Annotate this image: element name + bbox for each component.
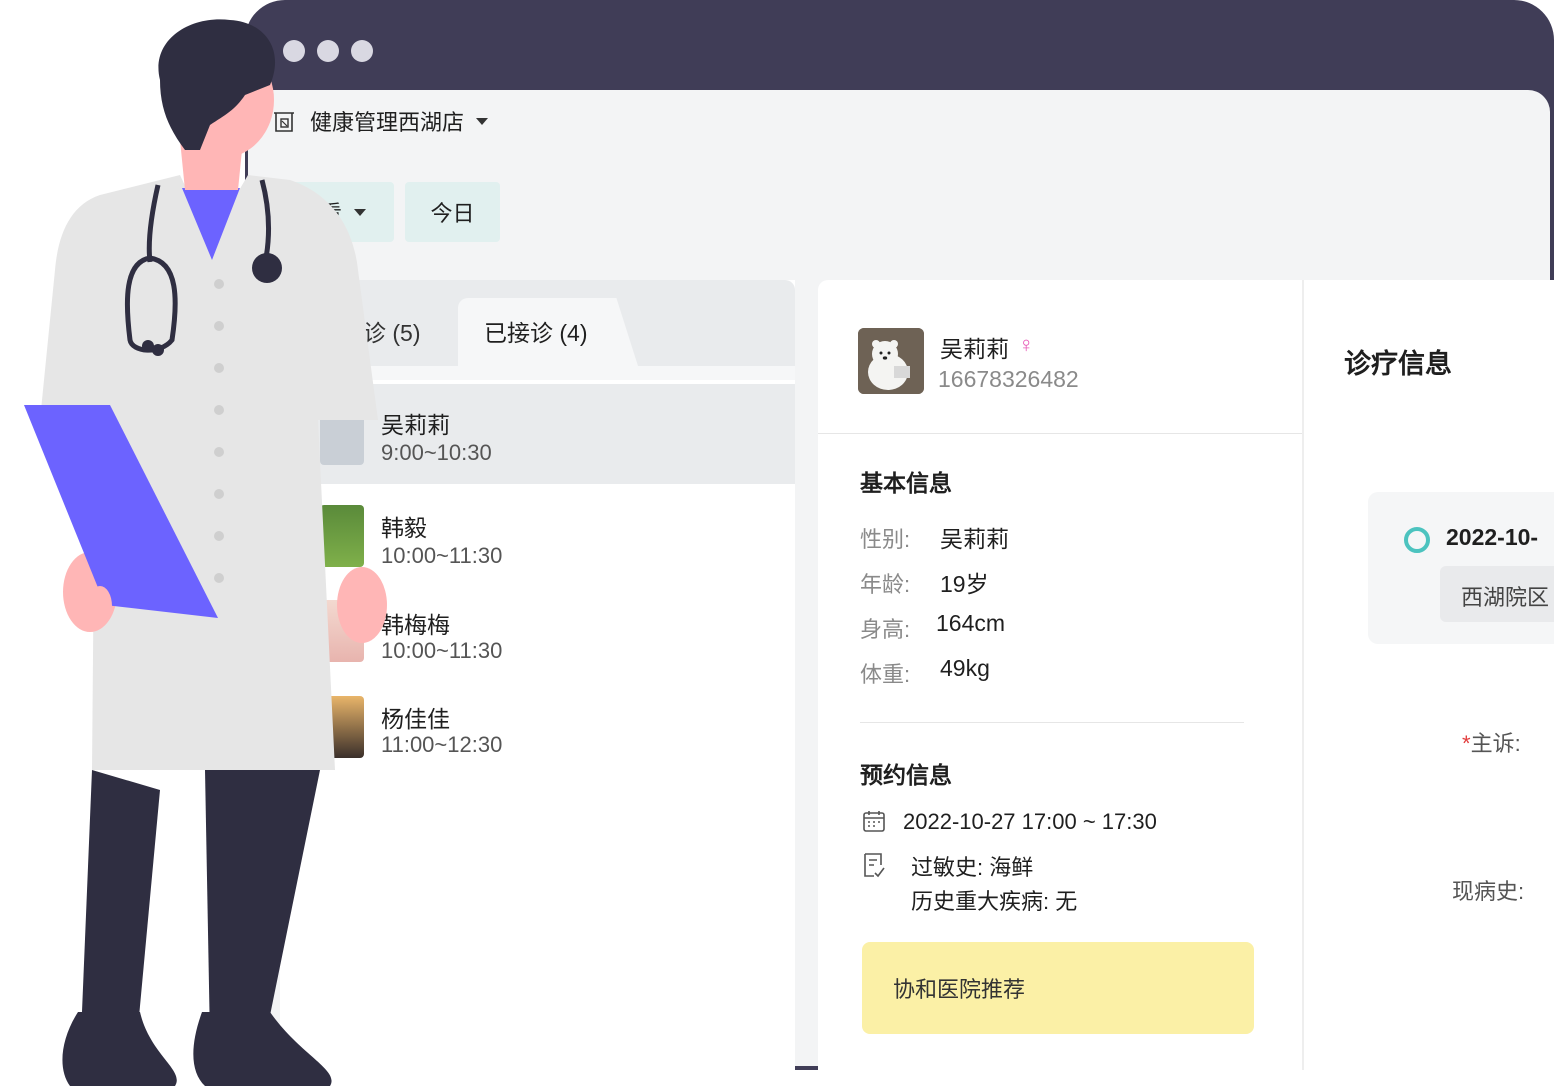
section-title-appointment: 预约信息 bbox=[860, 762, 952, 788]
treatment-panel bbox=[1304, 280, 1554, 1070]
timeline-dot-icon bbox=[1404, 527, 1430, 553]
patient-name: 吴莉莉 bbox=[940, 336, 1009, 362]
chief-complaint-text: 主诉: bbox=[1470, 731, 1521, 756]
treatment-title: 诊疗信息 bbox=[1344, 349, 1452, 379]
field-value: 164cm bbox=[936, 610, 1006, 636]
record-branch: 西湖院区 bbox=[1461, 585, 1550, 610]
appointment-time: 2022-10-27 17:00 ~ 17:30 bbox=[903, 809, 1157, 834]
field-label: 身高: bbox=[860, 617, 911, 642]
bear-avatar-icon bbox=[858, 328, 924, 394]
divider bbox=[860, 722, 1244, 723]
calendar-icon bbox=[863, 811, 885, 832]
major-illness-history: 历史重大疾病: 无 bbox=[911, 889, 1078, 914]
field-label: 年龄: bbox=[860, 572, 911, 597]
chief-complaint-label: *主诉: bbox=[1462, 726, 1521, 758]
stage: 健康管理西湖店 查看 今日 待诊 (5) 已接诊 (4) 吴莉莉 9:00~10… bbox=[0, 0, 1554, 1092]
field-value: 49kg bbox=[940, 655, 990, 681]
allergy-history: 过敏史: 海鲜 bbox=[911, 855, 1034, 880]
referral-note-text: 协和医院推荐 bbox=[893, 977, 1026, 1002]
avatar bbox=[858, 328, 924, 394]
field-value: 19岁 bbox=[940, 571, 989, 597]
field-label: 体重: bbox=[860, 662, 911, 687]
field-label: 性别: bbox=[860, 527, 911, 552]
required-mark: * bbox=[1462, 731, 1471, 756]
doctor-illustration bbox=[24, 19, 387, 1086]
section-title-basic: 基本信息 bbox=[860, 470, 952, 496]
divider bbox=[1302, 280, 1304, 1070]
female-icon: ♀ bbox=[1018, 332, 1035, 357]
patient-phone: 16678326482 bbox=[938, 366, 1079, 392]
tab-done[interactable]: 已接诊 (4) bbox=[484, 314, 588, 348]
present-illness-label: 现病史: bbox=[1452, 879, 1525, 904]
today-label: 今日 bbox=[430, 201, 475, 226]
record-date: 2022-10- bbox=[1446, 524, 1539, 550]
document-icon bbox=[864, 853, 885, 878]
chevron-down-icon bbox=[476, 117, 489, 125]
field-value: 吴莉莉 bbox=[940, 526, 1009, 552]
